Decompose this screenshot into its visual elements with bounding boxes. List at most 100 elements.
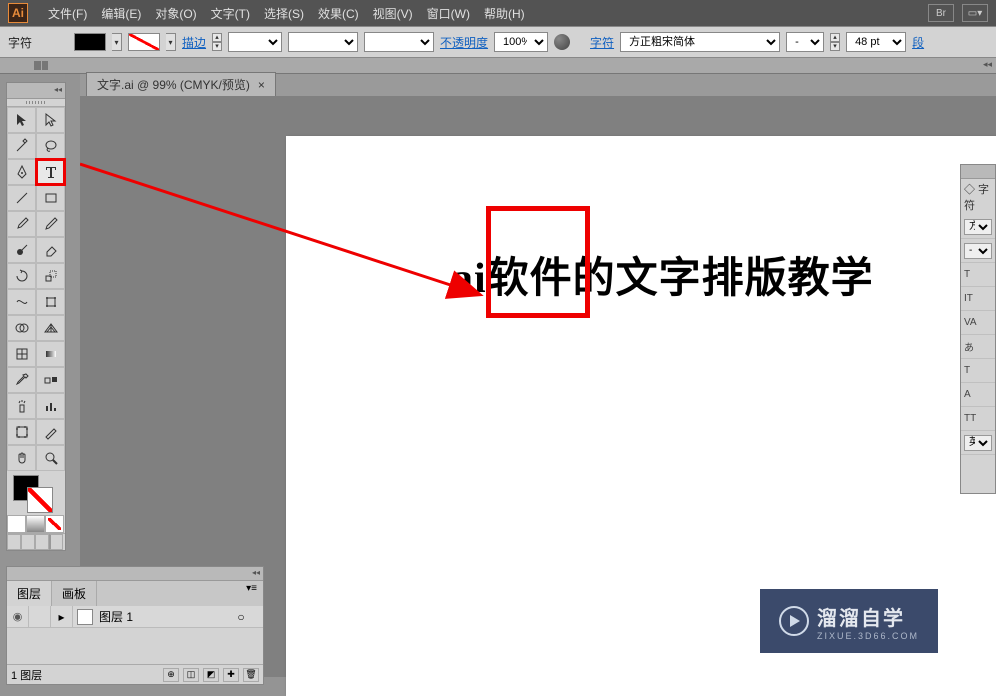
draw-normal[interactable] xyxy=(7,534,21,550)
layers-panel-header[interactable] xyxy=(7,567,263,581)
line-tool[interactable] xyxy=(7,185,36,211)
font-family-select[interactable]: 方正粗宋简体 xyxy=(620,32,780,52)
zoom-tool[interactable] xyxy=(36,445,65,471)
font-size-select[interactable]: 48 pt xyxy=(846,32,906,52)
stroke-color[interactable] xyxy=(27,487,53,513)
character-panel-header[interactable] xyxy=(961,165,995,179)
tab-layers[interactable]: 图层 xyxy=(7,581,52,606)
pencil-tool[interactable] xyxy=(36,211,65,237)
annotation-highlight-box xyxy=(486,206,590,318)
magic-wand-tool[interactable] xyxy=(7,133,36,159)
free-transform-tool[interactable] xyxy=(36,289,65,315)
document-tab[interactable]: 文字.ai @ 99% (CMYK/预览) × xyxy=(86,72,276,96)
new-sublayer-icon[interactable]: ◩ xyxy=(203,668,219,682)
layer-name[interactable]: 图层 1 xyxy=(97,608,233,625)
lasso-tool[interactable] xyxy=(36,133,65,159)
recolor-icon[interactable] xyxy=(554,34,570,50)
fill-dropdown[interactable]: ▾ xyxy=(112,33,122,51)
type-tool[interactable] xyxy=(36,159,65,185)
toolbox-header[interactable] xyxy=(7,83,65,99)
selection-tool[interactable] xyxy=(7,107,36,133)
visibility-toggle[interactable] xyxy=(7,606,29,627)
blend-tool[interactable] xyxy=(36,367,65,393)
character-panel: ◇ 字符 方正 - T IT VA あ T A TT 英语 xyxy=(960,164,996,494)
tab-artboards[interactable]: 画板 xyxy=(52,581,97,606)
charpanel-font[interactable]: 方正 xyxy=(964,219,992,235)
screen-mode[interactable] xyxy=(49,534,63,550)
font-size-spinner[interactable]: ▴▾ xyxy=(830,33,840,51)
style-select[interactable] xyxy=(364,32,434,52)
perspective-grid-tool[interactable] xyxy=(36,315,65,341)
menu-edit[interactable]: 编辑(E) xyxy=(101,5,141,22)
color-mode-none[interactable] xyxy=(45,515,64,533)
paragraph-link[interactable]: 段 xyxy=(912,34,924,51)
charpanel-scale-row[interactable]: T xyxy=(961,359,995,383)
draw-inside[interactable] xyxy=(35,534,49,550)
character-link[interactable]: 字符 xyxy=(590,34,614,51)
opacity-input[interactable]: 100% xyxy=(494,32,548,52)
eyedropper-tool[interactable] xyxy=(7,367,36,393)
menu-help[interactable]: 帮助(H) xyxy=(484,5,525,22)
menu-select[interactable]: 选择(S) xyxy=(264,5,304,22)
paintbrush-tool[interactable] xyxy=(7,211,36,237)
slice-tool[interactable] xyxy=(36,419,65,445)
arrange-icon[interactable]: ▭▾ xyxy=(962,4,988,22)
stroke-weight-input[interactable] xyxy=(228,32,282,52)
eraser-tool[interactable] xyxy=(36,237,65,263)
artboard-tool[interactable] xyxy=(7,419,36,445)
font-style-select[interactable]: - xyxy=(786,32,824,52)
stroke-weight-spinner[interactable]: ▴▾ xyxy=(212,33,222,51)
bridge-icon[interactable]: Br xyxy=(928,4,954,22)
charpanel-style[interactable]: - xyxy=(964,243,992,259)
color-mode-solid[interactable] xyxy=(7,515,26,533)
make-clipping-icon[interactable]: ◫ xyxy=(183,668,199,682)
close-tab-icon[interactable]: × xyxy=(258,78,265,92)
width-tool[interactable] xyxy=(7,289,36,315)
brush-select[interactable] xyxy=(288,32,358,52)
column-graph-tool[interactable] xyxy=(36,393,65,419)
hand-tool[interactable] xyxy=(7,445,36,471)
menu-view[interactable]: 视图(V) xyxy=(373,5,413,22)
panel-menu-icon[interactable]: ▾≡ xyxy=(240,581,263,606)
direct-selection-tool[interactable] xyxy=(36,107,65,133)
symbol-sprayer-tool[interactable] xyxy=(7,393,36,419)
menu-window[interactable]: 窗口(W) xyxy=(427,5,470,22)
charpanel-baseline-row[interactable]: A xyxy=(961,383,995,407)
play-icon xyxy=(779,606,809,636)
layer-row[interactable]: ▸ 图层 1 ○ xyxy=(7,606,263,628)
stroke-link[interactable]: 描边 xyxy=(182,34,206,51)
stroke-dropdown[interactable]: ▾ xyxy=(166,33,176,51)
fill-stroke-control[interactable] xyxy=(7,471,65,515)
charpanel-language[interactable]: 英语 xyxy=(964,435,992,451)
layers-footer: 1 图层 ⊕ ◫ ◩ ✚ 🗑 xyxy=(7,664,263,684)
fill-swatch[interactable] xyxy=(74,33,106,51)
menu-file[interactable]: 文件(F) xyxy=(48,5,87,22)
toolbox-grip[interactable] xyxy=(7,99,65,107)
color-mode-gradient[interactable] xyxy=(26,515,45,533)
locate-layer-icon[interactable]: ⊕ xyxy=(163,668,179,682)
charpanel-leading-row[interactable]: IT xyxy=(961,287,995,311)
charpanel-tsume-row[interactable]: あ xyxy=(961,335,995,359)
expand-toggle[interactable]: ▸ xyxy=(51,606,73,627)
target-icon[interactable]: ○ xyxy=(233,610,249,624)
gradient-tool[interactable] xyxy=(36,341,65,367)
opacity-link[interactable]: 不透明度 xyxy=(440,34,488,51)
charpanel-caps-row[interactable]: TT xyxy=(961,407,995,431)
shape-builder-tool[interactable] xyxy=(7,315,36,341)
delete-layer-icon[interactable]: 🗑 xyxy=(243,668,259,682)
stroke-swatch[interactable] xyxy=(128,33,160,51)
new-layer-icon[interactable]: ✚ xyxy=(223,668,239,682)
draw-behind[interactable] xyxy=(21,534,35,550)
rotate-tool[interactable] xyxy=(7,263,36,289)
pen-tool[interactable] xyxy=(7,159,36,185)
charpanel-size-row[interactable]: T xyxy=(961,263,995,287)
blob-brush-tool[interactable] xyxy=(7,237,36,263)
rectangle-tool[interactable] xyxy=(36,185,65,211)
lock-toggle[interactable] xyxy=(29,606,51,627)
charpanel-kerning-row[interactable]: VA xyxy=(961,311,995,335)
menu-effect[interactable]: 效果(C) xyxy=(318,5,359,22)
menu-object[interactable]: 对象(O) xyxy=(155,5,196,22)
mesh-tool[interactable] xyxy=(7,341,36,367)
scale-tool[interactable] xyxy=(36,263,65,289)
menu-type[interactable]: 文字(T) xyxy=(211,5,250,22)
